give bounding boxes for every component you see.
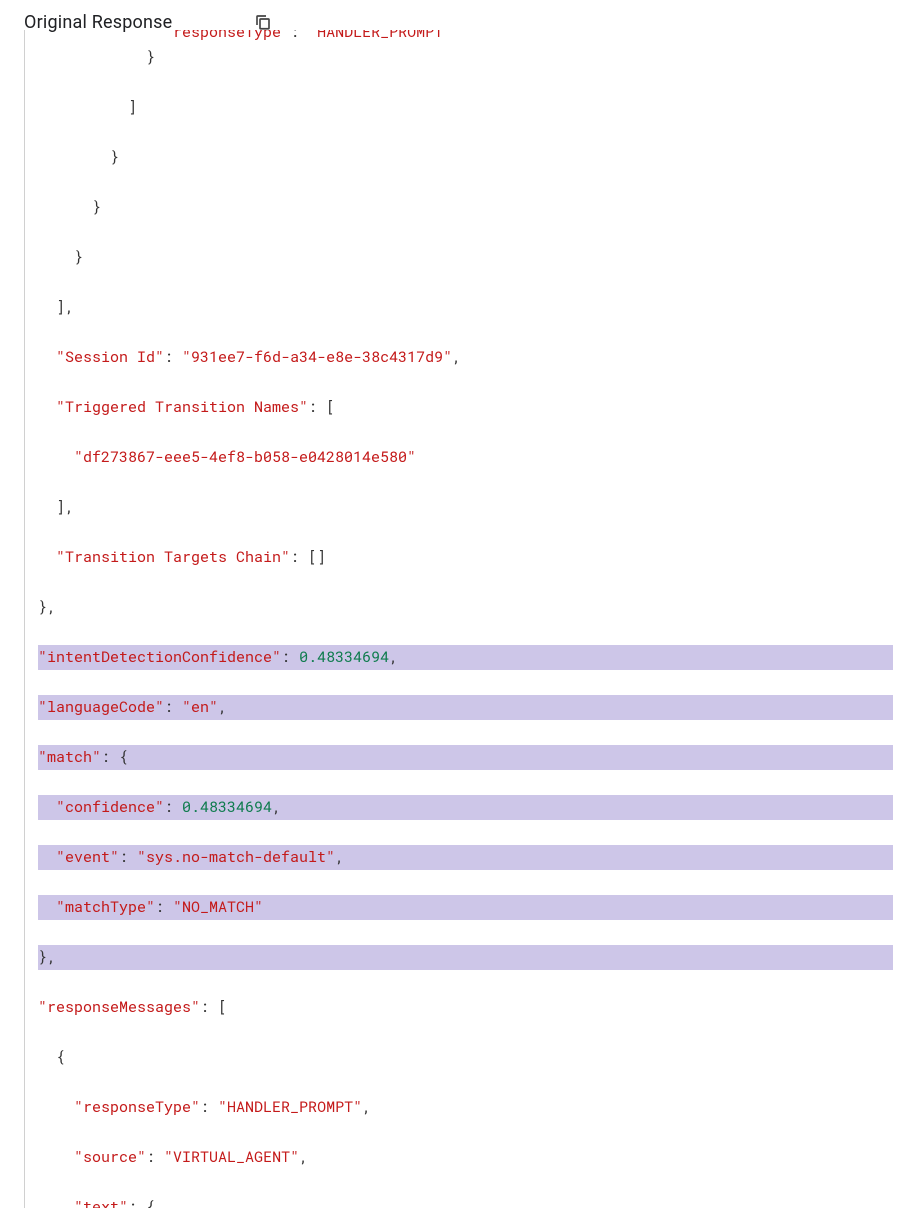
code-line: }, — [38, 595, 893, 620]
highlighted-line: "matchType": "NO_MATCH" — [38, 895, 893, 920]
json-output[interactable]: "responseType": "HANDLER_PROMPT" } ] } }… — [24, 30, 901, 1208]
code-line: "Session Id": "931ee7-f6d-a34-e8e-38c431… — [38, 345, 893, 370]
highlighted-line: "confidence": 0.48334694, — [38, 795, 893, 820]
code-line: "Transition Targets Chain": [] — [38, 545, 893, 570]
highlighted-line: "intentDetectionConfidence": 0.48334694, — [38, 645, 893, 670]
highlighted-line: }, — [38, 945, 893, 970]
code-block: "responseType": "HANDLER_PROMPT" } ] } }… — [0, 30, 901, 1208]
code-line: "text": { — [38, 1195, 893, 1208]
code-line: } — [38, 195, 893, 220]
code-line: { — [38, 1045, 893, 1070]
code-line: "responseMessages": [ — [38, 995, 893, 1020]
code-line: "Triggered Transition Names": [ — [38, 395, 893, 420]
code-line: } — [38, 145, 893, 170]
copy-icon — [254, 13, 272, 31]
code-line: } — [38, 45, 893, 70]
code-line: "responseType": "HANDLER_PROMPT", — [38, 1095, 893, 1120]
code-line: } — [38, 245, 893, 270]
code-line: ], — [38, 495, 893, 520]
highlighted-line: "languageCode": "en", — [38, 695, 893, 720]
code-line: ] — [38, 95, 893, 120]
highlighted-line: "match": { — [38, 745, 893, 770]
code-line: "source": "VIRTUAL_AGENT", — [38, 1145, 893, 1170]
highlighted-line: "event": "sys.no-match-default", — [38, 845, 893, 870]
gutter-line — [24, 30, 25, 1208]
code-line: ], — [38, 295, 893, 320]
code-line: "df273867-eee5-4ef8-b058-e0428014e580" — [38, 445, 893, 470]
